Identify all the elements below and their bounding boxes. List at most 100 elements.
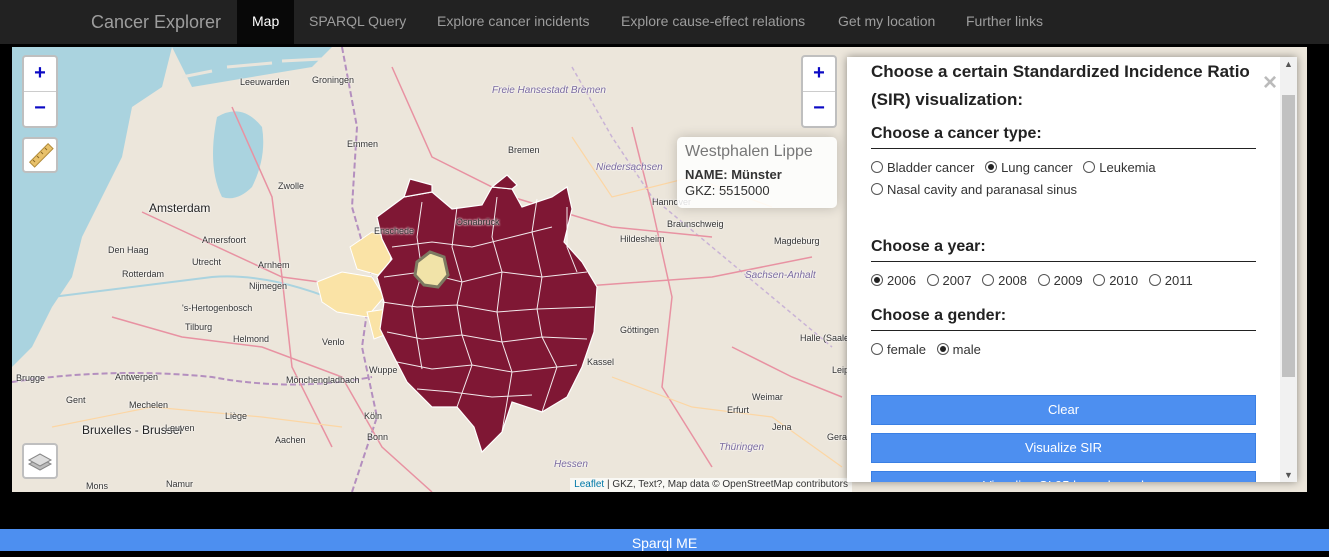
layers-control-button[interactable] xyxy=(22,443,58,479)
place-label: Mons xyxy=(86,481,109,491)
leaflet-link[interactable]: Leaflet xyxy=(574,479,604,490)
attribution-text: | GKZ, Text?, Map data © OpenStreetMap c… xyxy=(604,479,848,490)
radio-year-2008[interactable]: 2008 xyxy=(982,270,1027,292)
radio-nasal-cavity[interactable]: Nasal cavity and paranasal sinus xyxy=(871,179,1077,201)
radio-circle[interactable] xyxy=(1093,274,1106,286)
zoom-in-button-right[interactable]: + xyxy=(803,57,835,91)
place-label: Leeuwarden xyxy=(240,77,290,87)
visualize-sir-button[interactable]: Visualize SIR xyxy=(871,433,1256,463)
radio-year-2007[interactable]: 2007 xyxy=(926,270,971,292)
radio-circle[interactable] xyxy=(926,274,939,286)
place-label: Venlo xyxy=(322,337,345,347)
radio-label: 2008 xyxy=(998,273,1028,288)
place-label: Rotterdam xyxy=(122,269,165,279)
map-attribution: Leaflet | GKZ, Text?, Map data © OpenStr… xyxy=(570,478,852,492)
radio-bladder-cancer[interactable]: Bladder cancer xyxy=(871,157,974,179)
zoom-out-button[interactable]: − xyxy=(24,91,56,125)
nav-further-links[interactable]: Further links xyxy=(966,0,1043,44)
radio-year-2011[interactable]: 2011 xyxy=(1148,270,1193,292)
sir-panel: Choose a certain Standardized Incidence … xyxy=(847,57,1297,482)
nav-explore-cancer-incidents[interactable]: Explore cancer incidents xyxy=(437,0,590,44)
place-label: Bremen xyxy=(508,145,540,155)
radio-leukemia[interactable]: Leukemia xyxy=(1083,157,1156,179)
nav-sparql-query[interactable]: SPARQL Query xyxy=(309,0,406,44)
place-label: Enschede xyxy=(374,226,415,236)
cancer-type-heading: Choose a cancer type: xyxy=(871,124,1256,149)
place-label: Amsterdam xyxy=(149,201,211,215)
ruler-icon xyxy=(28,142,54,168)
radio-label: Bladder cancer xyxy=(887,160,975,175)
radio-year-2010[interactable]: 2010 xyxy=(1093,270,1138,292)
place-label: 's-Hertogenbosch xyxy=(182,303,253,313)
place-label: Leuven xyxy=(165,423,195,433)
place-label: Liège xyxy=(225,411,248,421)
place-label: Osnabrück xyxy=(456,217,500,227)
info-title: Westphalen Lippe xyxy=(685,143,813,160)
radio-year-2009[interactable]: 2009 xyxy=(1037,270,1083,292)
radio-label: Nasal cavity and paranasal sinus xyxy=(887,182,1078,197)
radio-label: female xyxy=(887,342,927,357)
place-label: Halle (Saale) xyxy=(800,333,853,343)
place-label: Helmond xyxy=(233,334,270,344)
radio-circle-checked[interactable] xyxy=(871,274,883,286)
layers-icon xyxy=(27,453,53,471)
year-heading: Choose a year: xyxy=(871,237,1256,262)
nav-explore-cause-effect[interactable]: Explore cause-effect relations xyxy=(621,0,805,44)
top-navbar: Cancer Explorer Map SPARQL Query Explore… xyxy=(0,0,1329,44)
radio-female[interactable]: female xyxy=(871,339,926,361)
nav-map[interactable]: Map xyxy=(237,0,294,44)
scroll-down-icon[interactable]: ▼ xyxy=(1280,470,1297,480)
gender-heading: Choose a gender: xyxy=(871,306,1256,331)
region-label: Freie Hansestadt Bremen xyxy=(492,85,606,96)
panel-scrollbar[interactable]: ▲ ▼ xyxy=(1280,57,1297,482)
place-label: Mönchengladbach xyxy=(286,375,360,385)
place-label: Mechelen xyxy=(129,400,169,410)
zoom-out-button-right[interactable]: − xyxy=(803,91,835,125)
radio-circle[interactable] xyxy=(1083,161,1096,173)
radio-circle[interactable] xyxy=(871,183,883,195)
nav-get-my-location[interactable]: Get my location xyxy=(838,0,935,44)
scroll-thumb[interactable] xyxy=(1282,95,1295,377)
radio-male[interactable]: male xyxy=(936,339,981,361)
radio-label: male xyxy=(952,342,981,357)
region-info-box: Westphalen Lippe NAME: Münster GKZ: 5515… xyxy=(677,137,837,208)
radio-circle[interactable] xyxy=(1037,274,1050,286)
radio-lung-cancer[interactable]: Lung cancer xyxy=(985,157,1073,179)
place-label: Den Haag xyxy=(108,245,149,255)
place-label: Antwerpen xyxy=(115,372,159,382)
place-label: Bonn xyxy=(367,432,389,442)
place-label: Aachen xyxy=(275,435,306,445)
close-icon[interactable]: × xyxy=(1263,69,1277,97)
place-label: Emmen xyxy=(347,139,379,149)
radio-label: 2009 xyxy=(1053,273,1083,288)
measure-tool-button[interactable] xyxy=(22,137,58,173)
zoom-in-button[interactable]: + xyxy=(24,57,56,91)
region-label: Hessen xyxy=(554,459,588,470)
place-label: Amersfoort xyxy=(202,235,247,245)
zoom-control-right: + − xyxy=(801,55,837,128)
info-name: NAME: Münster xyxy=(685,167,782,182)
place-label: Magdeburg xyxy=(774,236,820,246)
brand-link[interactable]: Cancer Explorer xyxy=(91,0,221,44)
clear-button[interactable]: Clear xyxy=(871,395,1256,425)
region-label: Sachsen-Anhalt xyxy=(745,270,816,281)
place-label: Nijmegen xyxy=(249,281,288,291)
radio-circle[interactable] xyxy=(1148,274,1161,286)
radio-circle[interactable] xyxy=(871,161,883,173)
panel-title: Choose a certain Standardized Incidence … xyxy=(871,62,1250,109)
radio-circle-checked[interactable] xyxy=(936,343,949,355)
radio-circle[interactable] xyxy=(982,274,995,286)
radio-circle-checked[interactable] xyxy=(985,161,998,173)
place-label: Utrecht xyxy=(192,257,222,267)
region-label: Niedersachsen xyxy=(596,162,663,173)
radio-circle[interactable] xyxy=(871,343,883,355)
sparql-me-bar[interactable]: Sparql ME xyxy=(0,529,1329,551)
visualize-ci-button[interactable]: Visualize CI 95 lower bound xyxy=(871,471,1256,482)
place-label: Namur xyxy=(166,479,194,489)
info-gkz: GKZ: 5515000 xyxy=(685,183,770,198)
radio-label: Lung cancer xyxy=(1001,160,1073,175)
radio-label: Leukemia xyxy=(1099,160,1156,175)
radio-year-2006[interactable]: 2006 xyxy=(871,270,916,292)
scroll-up-icon[interactable]: ▲ xyxy=(1280,59,1297,69)
zoom-control-left: + − xyxy=(22,55,58,128)
